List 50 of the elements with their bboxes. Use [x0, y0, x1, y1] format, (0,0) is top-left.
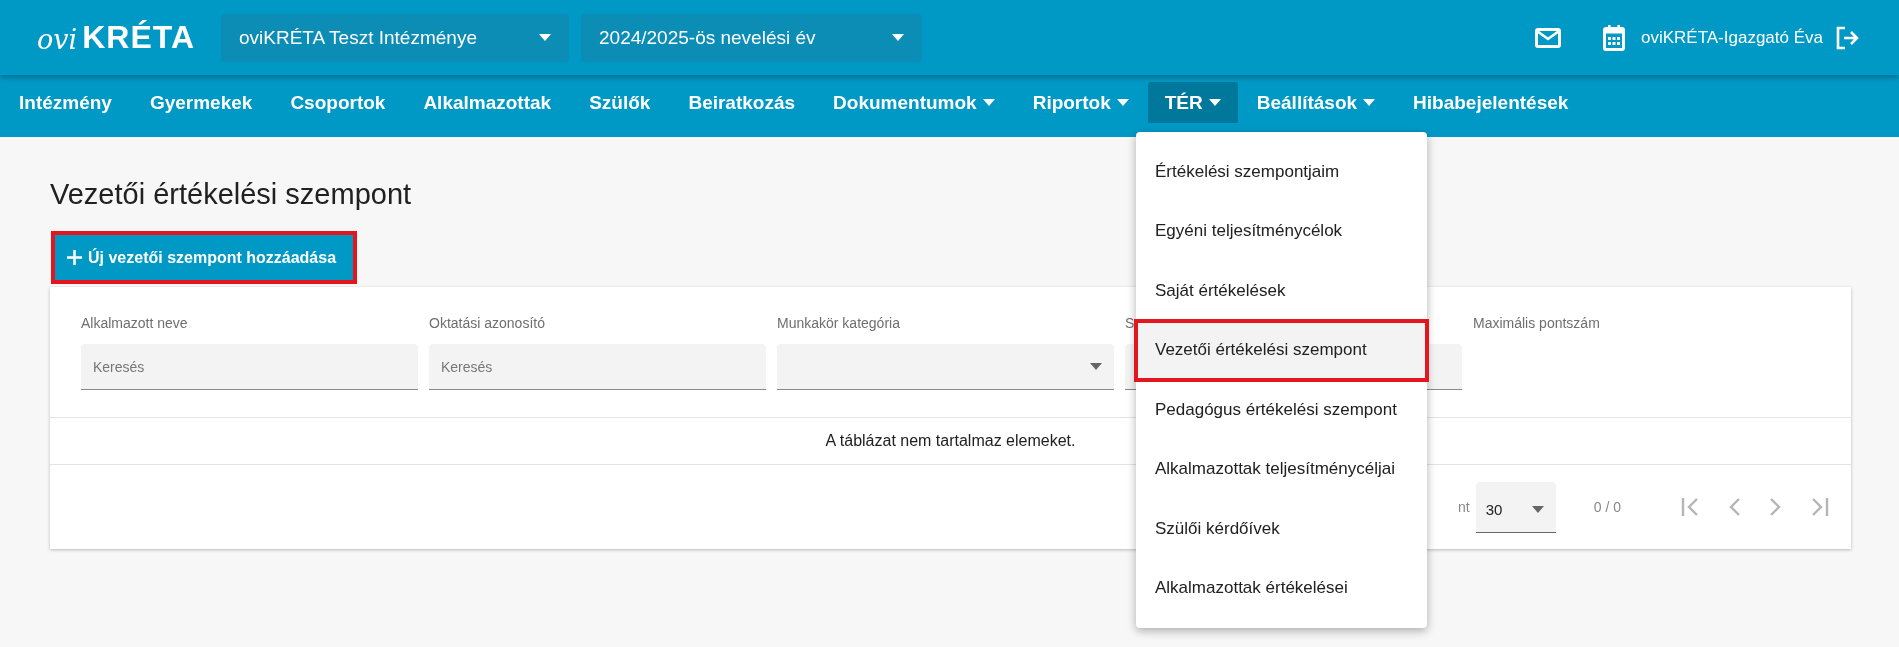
nav-item[interactable]: Dokumentumok — [814, 82, 1014, 123]
column-heading: Oktatási azonosító — [429, 315, 546, 331]
menu-item[interactable]: Saját értékelések — [1136, 261, 1427, 321]
nav-item[interactable]: Szülők — [570, 82, 670, 123]
user-name[interactable]: oviKRÉTA-Igazgató Éva — [1640, 27, 1823, 48]
page-size-select[interactable]: 30 — [1475, 481, 1556, 533]
search-field[interactable]: Keresés — [429, 344, 766, 390]
plus-icon — [67, 250, 82, 265]
caret-icon — [982, 99, 995, 106]
page-title: Vezetői értékelési szempont — [50, 177, 412, 211]
caret-icon — [1208, 99, 1221, 106]
caret-icon — [1531, 506, 1544, 513]
page-size-label: nt — [1458, 499, 1470, 515]
menu-item[interactable]: Alkalmazottak értékelései — [1136, 558, 1427, 618]
caret-icon — [1363, 99, 1376, 106]
calendar-icon[interactable] — [1602, 24, 1625, 51]
previous-page-icon[interactable] — [1729, 497, 1740, 517]
caret-icon — [892, 34, 904, 41]
nav-item[interactable]: Gyermekek — [130, 82, 272, 123]
nav-item[interactable]: Hibabejelentések — [1394, 82, 1588, 123]
last-page-icon[interactable] — [1811, 497, 1829, 517]
logo[interactable]: ovi KRÉTA — [35, 14, 203, 61]
column-heading: S — [1125, 315, 1136, 331]
page-range: 0 / 0 — [1593, 499, 1621, 515]
menu-item[interactable]: Értékelési szempontjaim — [1136, 142, 1427, 202]
menu-item[interactable]: Vezetői értékelési szempont — [1136, 320, 1427, 380]
nav-item[interactable]: Csoportok — [271, 82, 405, 123]
add-button[interactable]: Új vezetői szempont hozzáadása — [55, 235, 354, 280]
filter-select[interactable] — [777, 344, 1114, 390]
column-heading: Munkakör kategória — [777, 315, 901, 331]
nav-item[interactable]: Intézmény — [0, 82, 131, 123]
next-page-icon[interactable] — [1770, 497, 1781, 517]
caret-icon — [1090, 363, 1102, 370]
menu-item[interactable]: Szülői kérdőívek — [1136, 499, 1427, 559]
column-heading: Maximális pontszám — [1473, 315, 1601, 331]
column-heading: Alkalmazott neve — [81, 315, 189, 331]
caret-icon — [539, 34, 551, 41]
nav-item[interactable]: Alkalmazottak — [404, 82, 571, 123]
search-field[interactable]: Keresés — [81, 344, 418, 390]
caret-icon — [1116, 99, 1129, 106]
nav-item[interactable]: Riportok — [1013, 82, 1148, 123]
nav-item[interactable]: Beállítások — [1237, 82, 1395, 123]
logout-icon[interactable] — [1835, 25, 1859, 50]
first-page-icon[interactable] — [1681, 497, 1699, 517]
nav-item[interactable]: Beiratkozás — [669, 82, 815, 123]
institution-select[interactable]: oviKRÉTA Teszt Intézménye — [221, 13, 569, 62]
menu-item[interactable]: Egyéni teljesítménycélok — [1136, 201, 1427, 261]
mail-icon[interactable] — [1534, 27, 1561, 48]
year-select[interactable]: 2024/2025-ös nevelési év — [581, 13, 922, 62]
nav-item[interactable]: TÉR — [1147, 82, 1238, 123]
